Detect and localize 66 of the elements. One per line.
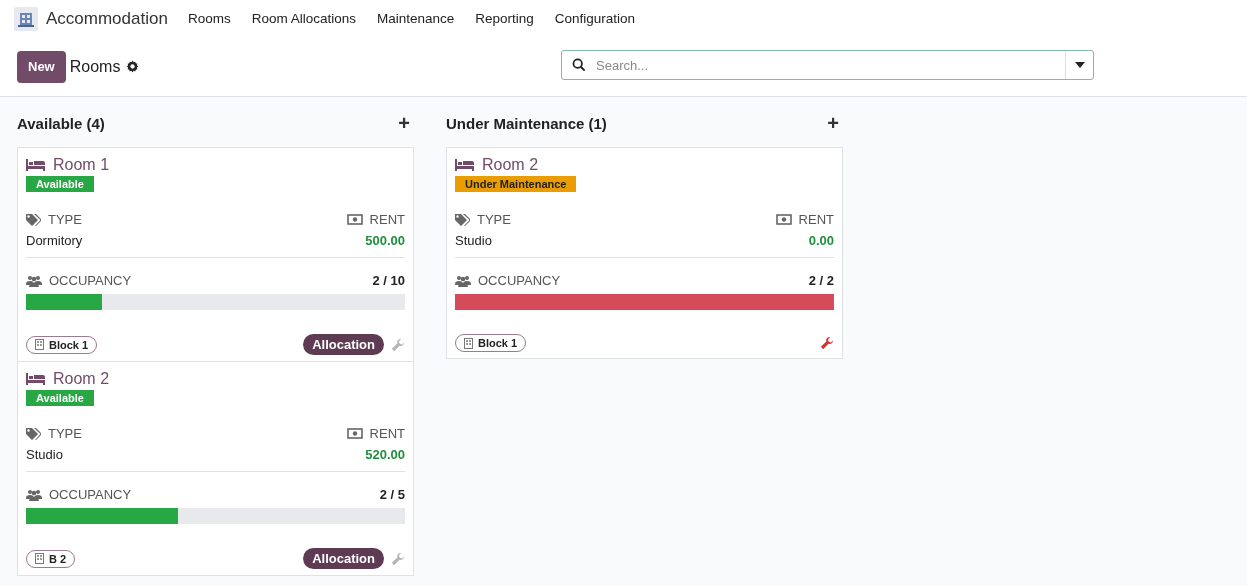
bed-icon	[455, 159, 474, 171]
room-type: Dormitory	[26, 233, 83, 248]
field-label: OCCUPANCY	[49, 487, 132, 502]
menu-item[interactable]: Configuration	[554, 11, 636, 26]
building-icon	[464, 337, 473, 349]
money-icon	[775, 214, 792, 225]
room-card[interactable]: Room 2 Available TYPE RENT Studio 520.00 OCCUPANCY 2 / 5 B 2 Allocation	[17, 361, 414, 576]
money-icon	[346, 214, 363, 225]
breadcrumb: Rooms	[69, 57, 121, 76]
field-label: RENT	[369, 212, 405, 227]
room-card[interactable]: Room 1 Available TYPE RENT Dormitory 500.00 OCCUPANCY 2 / 10 Block 1 Allocation	[17, 147, 414, 362]
column-title: Available (4)	[17, 114, 105, 132]
occupancy-value: 2 / 2	[808, 273, 834, 288]
field-label: TYPE	[477, 212, 511, 227]
bed-icon	[26, 373, 45, 385]
rent-value: 0.00	[808, 233, 834, 248]
people-icon	[26, 274, 42, 287]
field-label: TYPE	[48, 212, 82, 227]
rent-value: 520.00	[365, 447, 405, 462]
block-name: Block 1	[478, 337, 518, 349]
wrench-icon[interactable]	[820, 336, 834, 350]
room-type: Studio	[26, 447, 63, 462]
field-label: OCCUPANCY	[478, 273, 561, 288]
gear-icon[interactable]	[126, 60, 140, 73]
occupancy-value: 2 / 5	[379, 487, 405, 502]
add-button[interactable]: +	[827, 113, 839, 133]
caret-icon	[1074, 62, 1085, 68]
room-card[interactable]: Room 2 Under Maintenance TYPE RENT Studio 0.00 OCCUPANCY 2 / 2 Block 1	[446, 147, 843, 359]
field-label: TYPE	[48, 426, 82, 441]
app-title[interactable]: Accommodation	[46, 8, 168, 29]
bed-icon	[26, 159, 45, 171]
room-name: Room 1	[53, 156, 110, 174]
people-icon	[26, 488, 42, 501]
search-icon	[572, 58, 586, 72]
search-field[interactable]: Search...	[594, 56, 1065, 74]
block-name: Block 1	[49, 338, 89, 351]
status-tag: Available	[26, 176, 94, 192]
status-tag: Available	[26, 390, 94, 406]
building-icon	[35, 553, 44, 564]
allocation-button[interactable]: Allocation	[303, 334, 384, 355]
building-icon	[35, 339, 44, 350]
occupancy-value: 2 / 10	[372, 273, 405, 288]
field-label: RENT	[369, 426, 405, 441]
add-button[interactable]: +	[398, 113, 410, 133]
allocation-button[interactable]: Allocation	[303, 548, 384, 569]
new-button[interactable]: New	[17, 50, 66, 83]
field-label: RENT	[798, 212, 834, 227]
tag-icon	[455, 213, 470, 226]
tag-icon	[26, 213, 41, 226]
people-icon	[455, 274, 471, 287]
menu-item[interactable]: Room Allocations	[251, 11, 356, 26]
tag-icon	[26, 427, 41, 440]
block-name: B 2	[49, 552, 67, 565]
column-title: Under Maintenance (1)	[446, 114, 607, 132]
app-logo-icon[interactable]	[14, 6, 38, 31]
rent-value: 500.00	[365, 233, 405, 248]
menu-item[interactable]: Reporting	[475, 11, 534, 26]
room-type: Studio	[455, 233, 492, 248]
status-tag: Under Maintenance	[455, 176, 577, 192]
search-bar[interactable]: Search...	[561, 50, 1094, 80]
menu-item[interactable]: Maintenance	[376, 11, 455, 26]
room-name: Room 2	[53, 370, 110, 388]
money-icon	[346, 428, 363, 439]
room-name: Room 2	[482, 156, 539, 174]
menu-item[interactable]: Rooms	[187, 11, 231, 26]
field-label: OCCUPANCY	[49, 273, 132, 288]
